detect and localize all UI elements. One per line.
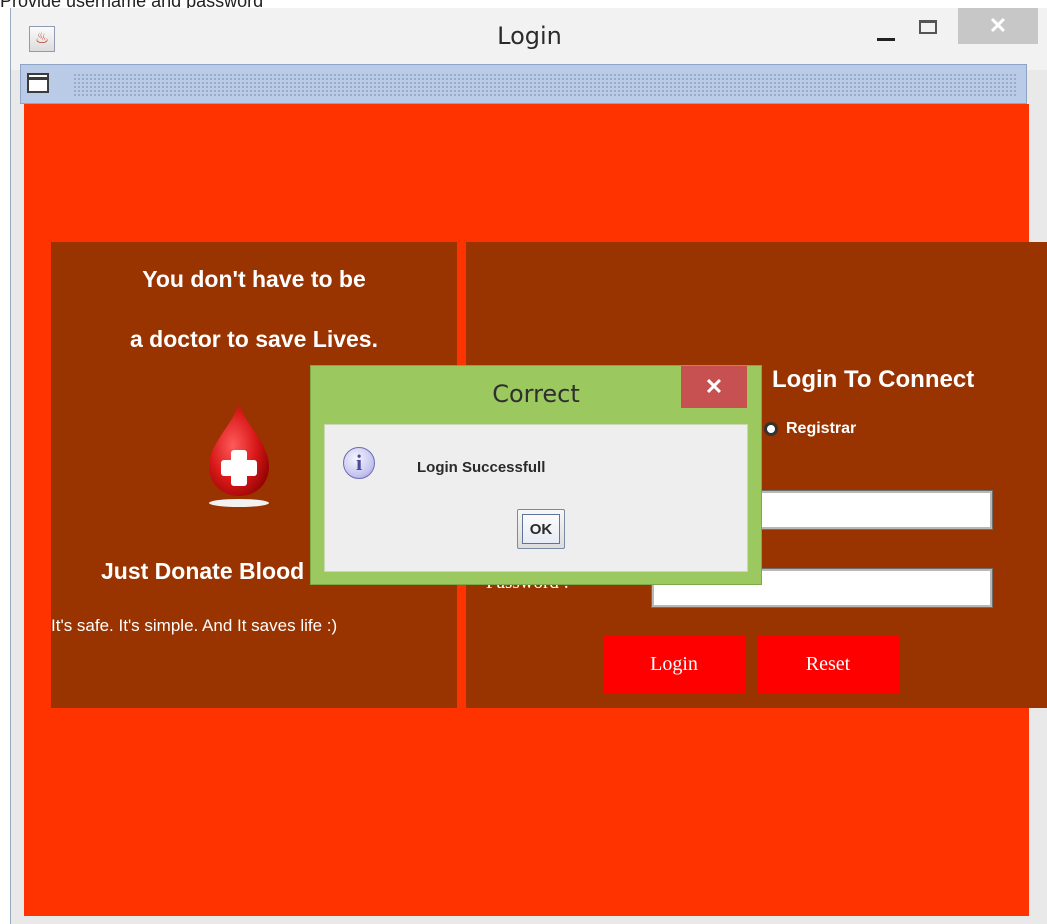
reset-button[interactable]: Reset	[757, 635, 899, 693]
ok-button-label: OK	[522, 514, 560, 544]
registrar-radio[interactable]	[764, 422, 778, 436]
login-heading: Login To Connect	[772, 366, 975, 393]
tagline: It's safe. It's simple. And It saves lif…	[51, 616, 338, 635]
registrar-radio-label[interactable]: Registrar	[786, 420, 856, 438]
motto-line-1: You don't have to be	[142, 266, 366, 292]
dialog-close-button[interactable]: ✕	[681, 366, 747, 408]
motto-line-2: a doctor to save Lives.	[130, 326, 378, 352]
ok-button[interactable]: OK	[517, 509, 565, 549]
title-bar: ♨ Login ✕	[11, 8, 1047, 70]
login-button[interactable]: Login	[603, 635, 745, 693]
titlebar-grip	[73, 73, 1018, 97]
dialog-body: i Login Successfull OK	[324, 424, 748, 572]
blood-drop-icon	[209, 404, 269, 507]
maximize-button[interactable]	[915, 16, 945, 46]
window-icon[interactable]	[27, 73, 49, 93]
close-button[interactable]: ✕	[958, 8, 1038, 44]
info-icon: i	[343, 447, 375, 479]
success-dialog: Correct ✕ i Login Successfull OK	[311, 366, 761, 584]
minimize-button[interactable]	[871, 12, 901, 46]
dialog-message: Login Successfull	[417, 459, 546, 476]
minimize-icon	[877, 38, 895, 41]
internal-frame-titlebar[interactable]	[20, 64, 1027, 104]
maximize-icon	[919, 20, 937, 34]
donate-heading: Just Donate Blood	[101, 558, 305, 584]
